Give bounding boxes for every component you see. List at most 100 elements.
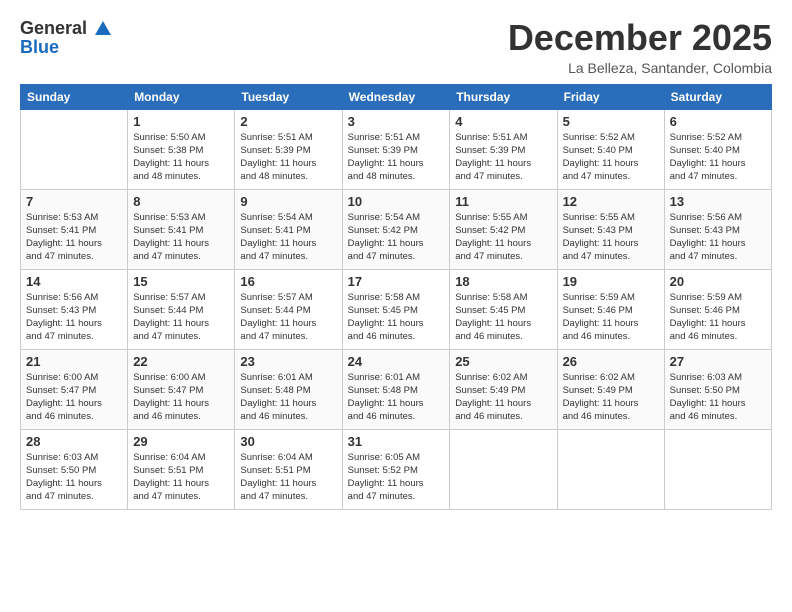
day-cell: 16 Sunrise: 5:57 AMSunset: 5:44 PMDayligh… [235, 269, 342, 349]
day-number: 29 [133, 434, 229, 449]
day-cell: 28 Sunrise: 6:03 AMSunset: 5:50 PMDayligh… [21, 429, 128, 509]
logo-bird-icon [95, 21, 111, 35]
day-cell: 4Sunrise: 5:51 AMSunset: 5:39 PMDaylight… [450, 109, 557, 189]
calendar-table: Sunday Monday Tuesday Wednesday Thursday… [20, 84, 772, 510]
day-number: 11 [455, 194, 551, 209]
day-cell: 23 Sunrise: 6:01 AMSunset: 5:48 PMDayligh… [235, 349, 342, 429]
day-cell: 26 Sunrise: 6:02 AMSunset: 5:49 PMDayligh… [557, 349, 664, 429]
day-info: Sunrise: 5:58 AMSunset: 5:45 PMDaylight:… [348, 291, 445, 344]
day-info: Sunrise: 5:54 AMSunset: 5:41 PMDaylight:… [240, 211, 336, 264]
day-info: Sunrise: 5:53 AMSunset: 5:41 PMDaylight:… [26, 211, 122, 264]
day-number: 9 [240, 194, 336, 209]
day-info: Sunrise: 5:58 AMSunset: 5:45 PMDaylight:… [455, 291, 551, 344]
day-number: 5 [563, 114, 659, 129]
calendar-header-row: Sunday Monday Tuesday Wednesday Thursday… [21, 84, 772, 109]
day-cell: 24 Sunrise: 6:01 AMSunset: 5:48 PMDayligh… [342, 349, 450, 429]
day-info: Sunrise: 6:00 AMSunset: 5:47 PMDaylight:… [133, 371, 229, 424]
day-number: 4 [455, 114, 551, 129]
page: General Blue December 2025 La Belleza, S… [0, 0, 792, 612]
logo-blue: Blue [20, 37, 59, 58]
day-cell [557, 429, 664, 509]
day-info: Sunrise: 5:55 AMSunset: 5:42 PMDaylight:… [455, 211, 551, 264]
day-number: 22 [133, 354, 229, 369]
day-cell: 3 Sunrise: 5:51 AMSunset: 5:39 PMDaylight… [342, 109, 450, 189]
day-info: Sunrise: 5:57 AMSunset: 5:44 PMDaylight:… [240, 291, 336, 344]
day-number: 14 [26, 274, 122, 289]
day-cell: 19 Sunrise: 5:59 AMSunset: 5:46 PMDayligh… [557, 269, 664, 349]
day-cell: 15Sunrise: 5:57 AMSunset: 5:44 PMDayligh… [128, 269, 235, 349]
day-info: Sunrise: 6:03 AMSunset: 5:50 PMDaylight:… [670, 371, 766, 424]
day-number: 16 [240, 274, 336, 289]
day-info: Sunrise: 6:00 AMSunset: 5:47 PMDaylight:… [26, 371, 122, 424]
day-info: Sunrise: 5:54 AMSunset: 5:42 PMDaylight:… [348, 211, 445, 264]
day-number: 25 [455, 354, 551, 369]
day-info: Sunrise: 6:04 AMSunset: 5:51 PMDaylight:… [240, 451, 336, 504]
day-info: Sunrise: 6:02 AMSunset: 5:49 PMDaylight:… [455, 371, 551, 424]
day-number: 18 [455, 274, 551, 289]
day-number: 26 [563, 354, 659, 369]
week-row-2: 7 Sunrise: 5:53 AMSunset: 5:41 PMDaylight… [21, 189, 772, 269]
day-number: 8 [133, 194, 229, 209]
col-tuesday: Tuesday [235, 84, 342, 109]
logo-general: General [20, 18, 87, 38]
day-info: Sunrise: 6:01 AMSunset: 5:48 PMDaylight:… [240, 371, 336, 424]
day-info: Sunrise: 6:02 AMSunset: 5:49 PMDaylight:… [563, 371, 659, 424]
day-number: 24 [348, 354, 445, 369]
day-number: 21 [26, 354, 122, 369]
day-cell: 30 Sunrise: 6:04 AMSunset: 5:51 PMDayligh… [235, 429, 342, 509]
day-cell: 14 Sunrise: 5:56 AMSunset: 5:43 PMDayligh… [21, 269, 128, 349]
day-cell [664, 429, 771, 509]
day-number: 3 [348, 114, 445, 129]
day-cell: 20 Sunrise: 5:59 AMSunset: 5:46 PMDayligh… [664, 269, 771, 349]
title-block: December 2025 La Belleza, Santander, Col… [508, 18, 772, 76]
day-number: 1 [133, 114, 229, 129]
day-cell: 27Sunrise: 6:03 AMSunset: 5:50 PMDayligh… [664, 349, 771, 429]
day-info: Sunrise: 6:05 AMSunset: 5:52 PMDaylight:… [348, 451, 445, 504]
day-info: Sunrise: 5:57 AMSunset: 5:44 PMDaylight:… [133, 291, 229, 344]
day-cell: 7 Sunrise: 5:53 AMSunset: 5:41 PMDaylight… [21, 189, 128, 269]
col-monday: Monday [128, 84, 235, 109]
day-number: 2 [240, 114, 336, 129]
day-cell: 10 Sunrise: 5:54 AMSunset: 5:42 PMDayligh… [342, 189, 450, 269]
logo: General Blue [20, 18, 111, 58]
day-info: Sunrise: 5:51 AMSunset: 5:39 PMDaylight:… [348, 131, 445, 184]
col-sunday: Sunday [21, 84, 128, 109]
day-info: Sunrise: 5:59 AMSunset: 5:46 PMDaylight:… [563, 291, 659, 344]
day-cell: 9 Sunrise: 5:54 AMSunset: 5:41 PMDaylight… [235, 189, 342, 269]
day-number: 10 [348, 194, 445, 209]
day-cell: 11 Sunrise: 5:55 AMSunset: 5:42 PMDayligh… [450, 189, 557, 269]
week-row-3: 14 Sunrise: 5:56 AMSunset: 5:43 PMDayligh… [21, 269, 772, 349]
day-cell: 13Sunrise: 5:56 AMSunset: 5:43 PMDayligh… [664, 189, 771, 269]
day-info: Sunrise: 5:50 AMSunset: 5:38 PMDaylight:… [133, 131, 229, 184]
day-cell: 1 Sunrise: 5:50 AMSunset: 5:38 PMDaylight… [128, 109, 235, 189]
day-number: 7 [26, 194, 122, 209]
day-info: Sunrise: 5:53 AMSunset: 5:41 PMDaylight:… [133, 211, 229, 264]
day-number: 19 [563, 274, 659, 289]
day-info: Sunrise: 5:51 AMSunset: 5:39 PMDaylight:… [240, 131, 336, 184]
col-wednesday: Wednesday [342, 84, 450, 109]
day-info: Sunrise: 5:56 AMSunset: 5:43 PMDaylight:… [26, 291, 122, 344]
day-number: 31 [348, 434, 445, 449]
day-cell: 22 Sunrise: 6:00 AMSunset: 5:47 PMDayligh… [128, 349, 235, 429]
day-info: Sunrise: 6:04 AMSunset: 5:51 PMDaylight:… [133, 451, 229, 504]
day-number: 12 [563, 194, 659, 209]
day-cell: 25 Sunrise: 6:02 AMSunset: 5:49 PMDayligh… [450, 349, 557, 429]
day-info: Sunrise: 5:56 AMSunset: 5:43 PMDaylight:… [670, 211, 766, 264]
day-cell: 29 Sunrise: 6:04 AMSunset: 5:51 PMDayligh… [128, 429, 235, 509]
day-info: Sunrise: 5:55 AMSunset: 5:43 PMDaylight:… [563, 211, 659, 264]
month-title: December 2025 [508, 18, 772, 58]
day-info: Sunrise: 5:52 AMSunset: 5:40 PMDaylight:… [563, 131, 659, 184]
day-cell: 8 Sunrise: 5:53 AMSunset: 5:41 PMDaylight… [128, 189, 235, 269]
day-number: 6 [670, 114, 766, 129]
day-info: Sunrise: 5:52 AMSunset: 5:40 PMDaylight:… [670, 131, 766, 184]
day-info: Sunrise: 5:59 AMSunset: 5:46 PMDaylight:… [670, 291, 766, 344]
day-number: 28 [26, 434, 122, 449]
day-number: 23 [240, 354, 336, 369]
day-number: 20 [670, 274, 766, 289]
day-info: Sunrise: 6:01 AMSunset: 5:48 PMDaylight:… [348, 371, 445, 424]
day-cell: 6 Sunrise: 5:52 AMSunset: 5:40 PMDaylight… [664, 109, 771, 189]
location-subtitle: La Belleza, Santander, Colombia [508, 60, 772, 76]
day-info: Sunrise: 6:03 AMSunset: 5:50 PMDaylight:… [26, 451, 122, 504]
day-cell [21, 109, 128, 189]
day-number: 30 [240, 434, 336, 449]
